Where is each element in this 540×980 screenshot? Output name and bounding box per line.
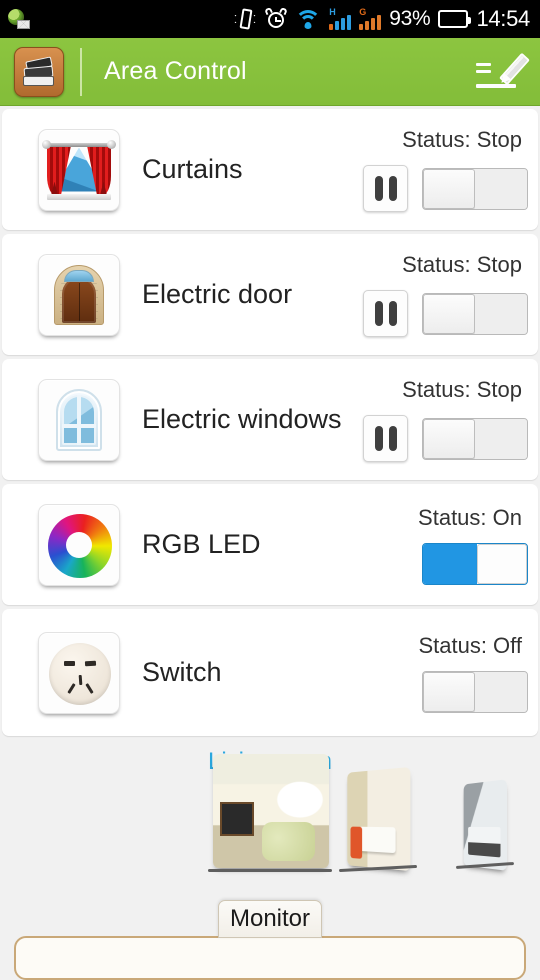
signal-g-icon: G bbox=[359, 7, 382, 30]
device-controls: Status: Stop bbox=[363, 252, 528, 337]
control-row bbox=[363, 165, 528, 212]
power-toggle[interactable] bbox=[422, 292, 528, 335]
device-controls: Status: Off bbox=[418, 633, 528, 713]
status-badge: Status: Stop bbox=[402, 252, 522, 277]
control-row bbox=[363, 290, 528, 337]
device-name: Electric door bbox=[142, 279, 293, 309]
control-row bbox=[363, 415, 528, 462]
battery-percent: 93% bbox=[389, 7, 431, 30]
device-row-electric-door[interactable]: Electric door Status: Stop bbox=[2, 234, 538, 355]
status-badge: Status: On bbox=[418, 504, 522, 530]
status-badge: Status: Off bbox=[418, 632, 522, 658]
door-icon bbox=[38, 253, 120, 336]
app-bar: Area Control bbox=[0, 38, 540, 106]
device-controls: Status: On bbox=[418, 505, 528, 585]
tab-monitor[interactable]: Monitor bbox=[218, 900, 322, 938]
control-row bbox=[422, 670, 528, 713]
device-name: Electric windows bbox=[142, 404, 342, 434]
cover-shelf bbox=[338, 864, 418, 873]
pause-button[interactable] bbox=[363, 165, 408, 212]
control-row bbox=[422, 542, 528, 585]
vibrate-icon bbox=[233, 8, 257, 30]
power-socket-icon bbox=[38, 631, 120, 714]
power-toggle[interactable] bbox=[422, 542, 528, 585]
status-bar-right: H G 93% 14:54 bbox=[233, 6, 530, 32]
signal-h-icon: H bbox=[329, 7, 352, 30]
cover-flow[interactable] bbox=[0, 754, 540, 900]
books-stack-icon[interactable] bbox=[14, 46, 64, 97]
device-controls: Status: Stop bbox=[363, 377, 528, 462]
device-row-rgb-led[interactable]: RGB LED Status: On bbox=[2, 484, 538, 605]
living-room-photo[interactable] bbox=[213, 754, 329, 868]
device-list: Curtains Status: Stop Electric door Stat… bbox=[0, 106, 540, 736]
dining-room-photo[interactable] bbox=[347, 766, 411, 872]
power-toggle[interactable] bbox=[422, 417, 528, 460]
window-icon bbox=[38, 378, 120, 461]
bottom-bar: Monitor bbox=[0, 900, 540, 980]
device-row-curtains[interactable]: Curtains Status: Stop bbox=[2, 109, 538, 230]
color-wheel-icon bbox=[38, 503, 120, 586]
device-controls: Status: Stop bbox=[363, 127, 528, 212]
page-title: Area Control bbox=[104, 57, 247, 85]
device-name: Switch bbox=[142, 657, 222, 687]
signal-h-label: H bbox=[329, 7, 336, 17]
clock-time: 14:54 bbox=[476, 6, 530, 31]
power-toggle[interactable] bbox=[422, 167, 528, 210]
status-badge: Status: Stop bbox=[402, 127, 522, 152]
power-toggle[interactable] bbox=[422, 670, 528, 713]
device-name: RGB LED bbox=[142, 529, 261, 559]
pause-button[interactable] bbox=[363, 290, 408, 337]
device-name: Curtains bbox=[142, 154, 243, 184]
pause-button[interactable] bbox=[363, 415, 408, 462]
bottom-panel bbox=[14, 936, 526, 980]
status-bar: H G 93% 14:54 bbox=[0, 0, 540, 38]
curtains-icon bbox=[38, 128, 120, 211]
bedroom-photo[interactable] bbox=[463, 779, 507, 871]
device-row-electric-windows[interactable]: Electric windows Status: Stop bbox=[2, 359, 538, 480]
appbar-divider bbox=[80, 47, 82, 96]
status-badge: Status: Stop bbox=[402, 377, 522, 402]
alarm-icon bbox=[264, 6, 289, 30]
cover-shelf bbox=[208, 869, 332, 872]
wifi-icon bbox=[295, 9, 322, 29]
room-gallery: Living room bbox=[0, 748, 540, 898]
device-row-switch[interactable]: Switch Status: Off bbox=[2, 609, 538, 736]
battery-icon bbox=[438, 10, 472, 28]
status-bar-left bbox=[8, 9, 30, 29]
pencil-edit-icon[interactable] bbox=[472, 46, 530, 98]
signal-g-label: G bbox=[359, 7, 367, 17]
mail-globe-icon bbox=[8, 9, 30, 29]
